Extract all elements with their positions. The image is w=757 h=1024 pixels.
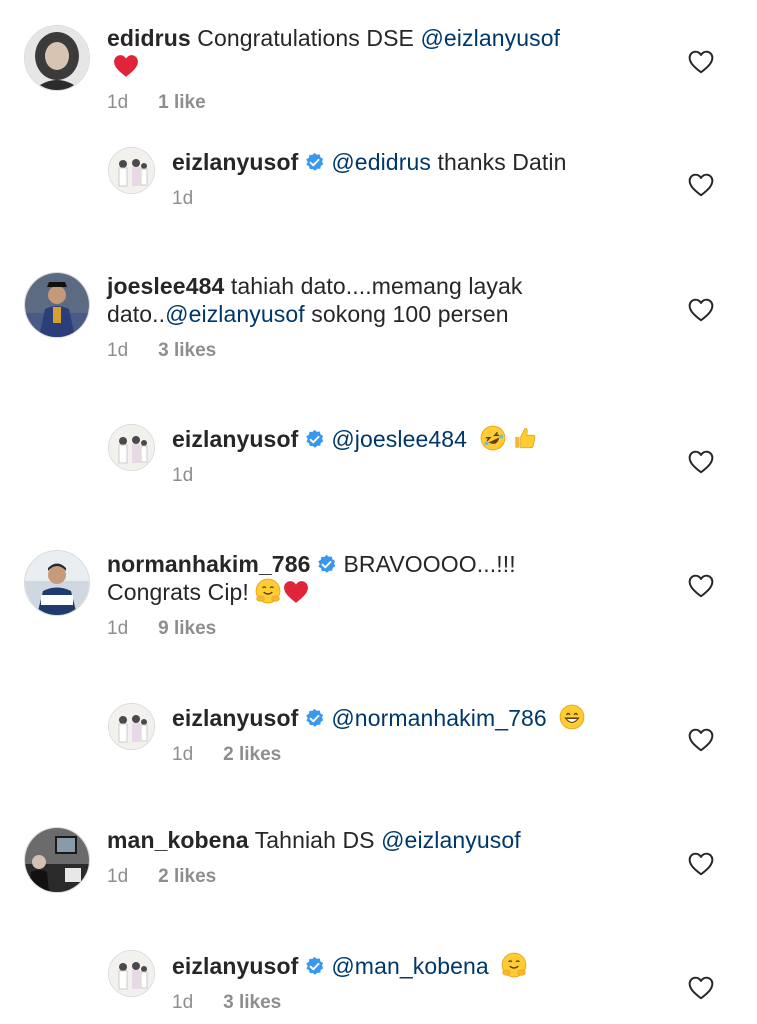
comment-username[interactable]: man_kobena — [107, 827, 249, 853]
comment-text: tahiah dato....memang layak — [230, 273, 523, 299]
likes-count[interactable]: 1 like — [158, 92, 206, 114]
comment-text: Congratulations DSE — [197, 25, 414, 51]
comment-time: 1d — [107, 618, 129, 639]
verified-badge-icon — [304, 429, 325, 450]
avatar[interactable] — [108, 424, 155, 471]
avatar[interactable] — [108, 703, 155, 750]
likes-count[interactable]: 9 likes — [158, 618, 216, 640]
comment-text: sokong 100 persen — [311, 301, 509, 327]
avatar[interactable] — [108, 147, 155, 194]
like-heart-icon[interactable] — [688, 298, 714, 322]
avatar[interactable] — [24, 827, 90, 893]
like-heart-icon[interactable] — [688, 852, 714, 876]
comment-meta: 1d 2 likes — [172, 744, 612, 766]
avatar[interactable] — [24, 272, 90, 338]
comment-username[interactable]: eizlanyusof — [172, 953, 298, 979]
comment-text: BRAVOOOO...!!! — [343, 551, 516, 577]
verified-badge-icon — [304, 956, 325, 977]
comment-meta: 1d — [172, 188, 612, 210]
like-heart-icon[interactable] — [688, 173, 714, 197]
comment-time: 1d — [172, 744, 194, 765]
mention-link[interactable]: @eizlanyusof — [381, 827, 521, 853]
comment-meta: 1d — [172, 465, 612, 487]
comment-text: thanks Datin — [437, 149, 567, 175]
mention-link[interactable]: @joeslee484 — [331, 426, 467, 452]
avatar[interactable] — [24, 550, 90, 616]
mention-link[interactable]: @eizlanyusof — [420, 25, 560, 51]
comment-text: Congrats Cip! — [107, 579, 249, 605]
mention-link[interactable]: @normanhakim_786 — [331, 705, 546, 731]
likes-count[interactable]: 3 likes — [158, 340, 216, 362]
comment-username[interactable]: eizlanyusof — [172, 426, 298, 452]
comment-time: 1d — [107, 92, 129, 113]
comment-time: 1d — [172, 465, 194, 486]
like-heart-icon[interactable] — [688, 728, 714, 752]
avatar[interactable] — [24, 25, 90, 91]
likes-count[interactable]: 2 likes — [158, 866, 216, 888]
comment-username[interactable]: eizlanyusof — [172, 705, 298, 731]
verified-badge-icon — [316, 554, 337, 575]
grinning-face-icon — [559, 704, 585, 730]
like-heart-icon[interactable] — [688, 976, 714, 1000]
like-heart-icon[interactable] — [688, 574, 714, 598]
like-heart-icon[interactable] — [688, 50, 714, 74]
likes-count[interactable]: 3 likes — [223, 992, 281, 1014]
rolling-laughing-icon — [480, 425, 506, 451]
red-heart-icon — [113, 54, 139, 78]
comment-username[interactable]: edidrus — [107, 25, 191, 51]
verified-badge-icon — [304, 708, 325, 729]
thumbs-up-icon — [512, 425, 538, 451]
avatar[interactable] — [108, 950, 155, 997]
comment-time: 1d — [107, 866, 129, 887]
comment-text: dato.. — [107, 301, 166, 327]
mention-link[interactable]: @man_kobena — [331, 953, 488, 979]
comment-time: 1d — [107, 340, 129, 361]
comment-meta: 1d 3 likes — [107, 340, 597, 362]
verified-badge-icon — [304, 152, 325, 173]
comment-username[interactable]: eizlanyusof — [172, 149, 298, 175]
comment-username[interactable]: joeslee484 — [107, 273, 224, 299]
mention-link[interactable]: @edidrus — [331, 149, 431, 175]
comment-time: 1d — [172, 188, 194, 209]
comment-meta: 1d 9 likes — [107, 618, 597, 640]
hugging-face-icon — [501, 952, 527, 978]
likes-count[interactable]: 2 likes — [223, 744, 281, 766]
comment-username[interactable]: normanhakim_786 — [107, 551, 310, 577]
comment-text: Tahniah DS — [254, 827, 375, 853]
like-heart-icon[interactable] — [688, 450, 714, 474]
comment-time: 1d — [172, 992, 194, 1013]
comment-meta: 1d 3 likes — [172, 992, 612, 1014]
red-heart-icon — [283, 580, 309, 604]
hugging-face-icon — [255, 578, 281, 604]
comment-meta: 1d 1 like — [107, 92, 597, 114]
comment-meta: 1d 2 likes — [107, 866, 597, 888]
mention-link[interactable]: @eizlanyusof — [165, 301, 305, 327]
